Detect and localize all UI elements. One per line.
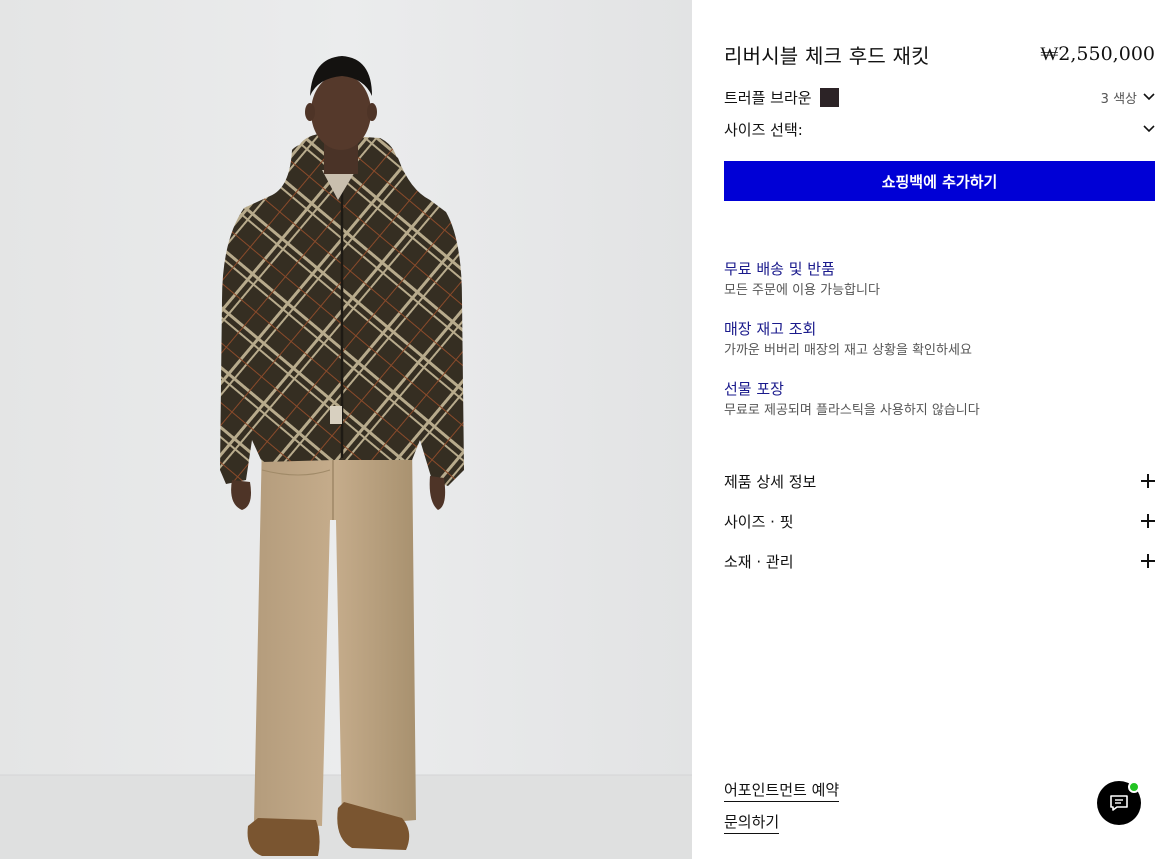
add-to-bag-button[interactable]: 쇼핑백에 추가하기: [724, 161, 1155, 201]
size-select-label: 사이즈 선택:: [724, 120, 803, 139]
service-title[interactable]: 무료 배송 및 반품: [724, 259, 1155, 279]
service-gift-wrap: 선물 포장 무료로 제공되며 플라스틱을 사용하지 않습니다: [724, 379, 1155, 420]
plus-icon: [1141, 554, 1155, 568]
accordion-label: 사이즈 · 핏: [724, 512, 794, 531]
chat-button[interactable]: [1097, 781, 1141, 825]
accordion-material-care[interactable]: 소재 · 관리: [724, 550, 1155, 572]
service-free-shipping: 무료 배송 및 반품 모든 주문에 이용 가능합니다: [724, 259, 1155, 300]
size-selector[interactable]: 사이즈 선택:: [724, 118, 1155, 140]
color-count-label: 3 색상: [1100, 91, 1137, 107]
accordion-size-fit[interactable]: 사이즈 · 핏: [724, 510, 1155, 532]
product-price: ₩2,550,000: [1040, 42, 1155, 65]
plus-icon: [1141, 474, 1155, 488]
color-row: 트러플 브라운 3 색상: [724, 86, 1155, 108]
accordion-label: 소재 · 관리: [724, 552, 794, 571]
selected-color: 트러플 브라운: [724, 87, 839, 108]
chevron-down-icon: [1143, 93, 1155, 101]
product-title: 리버시블 체크 후드 재킷: [724, 43, 930, 68]
accordion-product-details[interactable]: 제품 상세 정보: [724, 470, 1155, 492]
color-name: 트러플 브라운: [724, 88, 812, 107]
service-desc: 무료로 제공되며 플라스틱을 사용하지 않습니다: [724, 403, 980, 418]
online-status-dot: [1128, 781, 1140, 793]
chevron-down-icon: [1143, 125, 1155, 133]
accordion-label: 제품 상세 정보: [724, 472, 817, 491]
chat-icon: [1110, 795, 1128, 811]
service-desc: 가까운 버버리 매장의 재고 상황을 확인하세요: [724, 343, 972, 358]
service-desc: 모든 주문에 이용 가능합니다: [724, 283, 880, 298]
product-image[interactable]: [0, 0, 692, 859]
service-title[interactable]: 선물 포장: [724, 379, 1155, 399]
title-row: 리버시블 체크 후드 재킷 ₩2,550,000: [724, 38, 1155, 70]
service-store-stock: 매장 재고 조회 가까운 버버리 매장의 재고 상황을 확인하세요: [724, 319, 1155, 360]
plus-icon: [1141, 514, 1155, 528]
product-details-panel: 리버시블 체크 후드 재킷 ₩2,550,000 트러플 브라운 3 색상 사이…: [692, 0, 1176, 859]
service-title[interactable]: 매장 재고 조회: [724, 319, 1155, 339]
inquiry-link[interactable]: 문의하기: [724, 812, 780, 834]
color-selector-toggle[interactable]: 3 색상: [1101, 88, 1155, 107]
book-appointment-link[interactable]: 어포인트먼트 예약: [724, 780, 840, 802]
color-swatch[interactable]: [819, 87, 839, 107]
